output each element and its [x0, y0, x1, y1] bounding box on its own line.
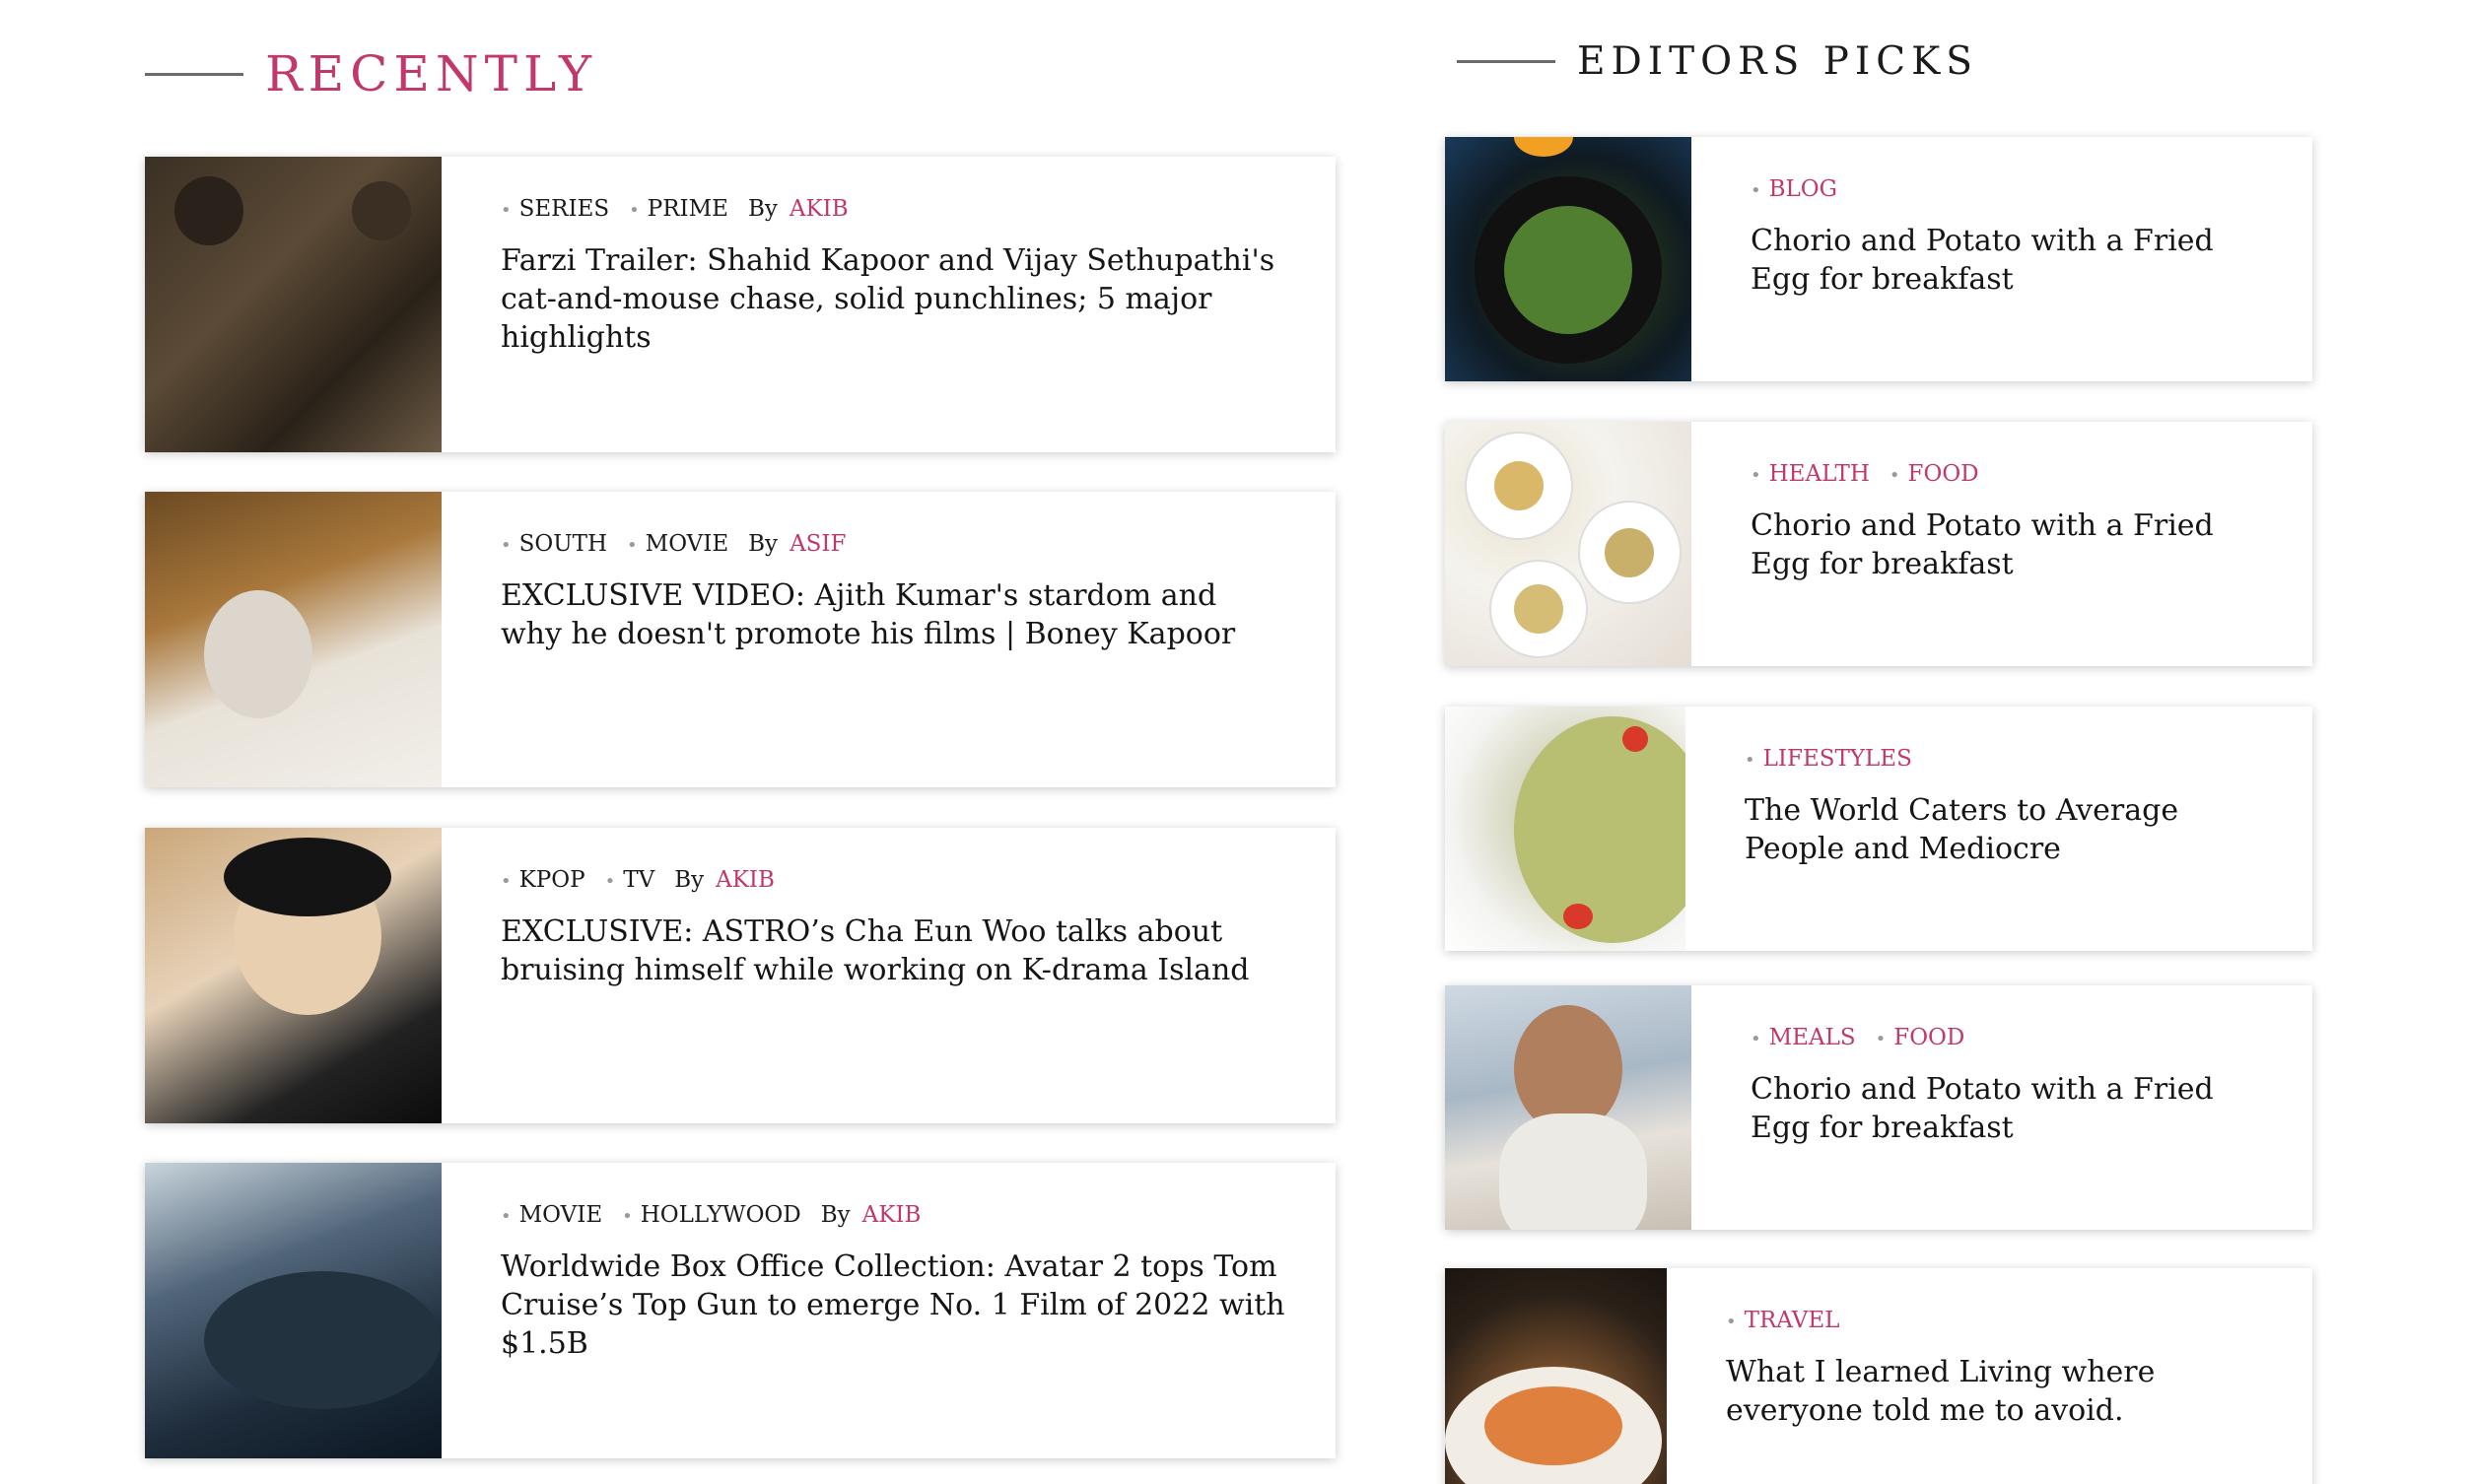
category-tag[interactable]: KPOP — [501, 867, 585, 893]
article-body: MOVIE HOLLYWOOD By AKIB Worldwide Box Of… — [442, 1163, 1336, 1458]
author-link[interactable]: AKIB — [862, 1202, 922, 1228]
article-thumbnail[interactable] — [145, 1163, 442, 1458]
category-tag[interactable]: MEALS — [1751, 1025, 1856, 1050]
article-thumbnail[interactable] — [1445, 1268, 1667, 1484]
category-tag[interactable]: FOOD — [1890, 461, 1979, 487]
article-thumbnail[interactable] — [145, 492, 442, 787]
category-tag[interactable]: MOVIE — [501, 1202, 603, 1228]
article-title[interactable]: Farzi Trailer: Shahid Kapoor and Vijay S… — [501, 241, 1286, 357]
category-tag[interactable]: TRAVEL — [1726, 1308, 1840, 1333]
article-title[interactable]: Chorio and Potato with a Fried Egg for b… — [1751, 506, 2263, 583]
article-body: LIFESTYLES The World Caters to Average P… — [1685, 707, 2312, 951]
article-meta: BLOG — [1751, 176, 2263, 202]
recently-heading: RECENTLY — [265, 45, 598, 102]
category-tag[interactable]: HEALTH — [1751, 461, 1870, 487]
article-thumbnail[interactable] — [145, 157, 442, 452]
article-meta: HEALTH FOOD — [1751, 461, 2263, 487]
category-tag[interactable]: BLOG — [1751, 176, 1837, 202]
article-thumbnail[interactable] — [1445, 137, 1691, 381]
article-title[interactable]: EXCLUSIVE: ASTRO’s Cha Eun Woo talks abo… — [501, 912, 1286, 989]
article-body: MEALS FOOD Chorio and Potato with a Frie… — [1691, 985, 2312, 1230]
byline-prefix: By — [820, 1202, 851, 1228]
byline-prefix: By — [748, 531, 779, 557]
article-meta: KPOP TV By AKIB — [501, 867, 1286, 893]
byline-prefix: By — [674, 867, 705, 893]
article-body: BLOG Chorio and Potato with a Fried Egg … — [1691, 137, 2312, 381]
byline-prefix: By — [747, 196, 778, 222]
heading-rule — [1457, 60, 1555, 63]
editors-picks-section-header: EDITORS PICKS — [1457, 39, 1978, 84]
article-thumbnail[interactable] — [1445, 422, 1691, 666]
editors-pick-card[interactable]: TRAVEL What I learned Living where every… — [1445, 1268, 2312, 1484]
article-body: SOUTH MOVIE By ASIF EXCLUSIVE VIDEO: Aji… — [442, 492, 1336, 787]
article-title[interactable]: Chorio and Potato with a Fried Egg for b… — [1751, 222, 2263, 299]
author-link[interactable]: AKIB — [790, 196, 849, 222]
category-tag[interactable]: LIFESTYLES — [1745, 746, 1912, 772]
recent-article-card[interactable]: SOUTH MOVIE By ASIF EXCLUSIVE VIDEO: Aji… — [145, 492, 1336, 787]
article-meta: MEALS FOOD — [1751, 1025, 2263, 1050]
article-meta: MOVIE HOLLYWOOD By AKIB — [501, 1202, 1286, 1228]
article-title[interactable]: What I learned Living where everyone tol… — [1726, 1353, 2263, 1430]
article-thumbnail[interactable] — [1445, 985, 1691, 1230]
article-body: HEALTH FOOD Chorio and Potato with a Fri… — [1691, 422, 2312, 666]
category-tag[interactable]: MOVIE — [627, 531, 729, 557]
editors-pick-card[interactable]: MEALS FOOD Chorio and Potato with a Frie… — [1445, 985, 2312, 1230]
editors-pick-card[interactable]: BLOG Chorio and Potato with a Fried Egg … — [1445, 137, 2312, 381]
recently-section-header: RECENTLY — [145, 45, 597, 102]
category-tag[interactable]: PRIME — [629, 196, 728, 222]
editors-pick-card[interactable]: LIFESTYLES The World Caters to Average P… — [1445, 707, 2312, 951]
article-title[interactable]: EXCLUSIVE VIDEO: Ajith Kumar's stardom a… — [501, 576, 1286, 653]
category-tag[interactable]: SOUTH — [501, 531, 607, 557]
category-tag[interactable]: SERIES — [501, 196, 610, 222]
recent-article-card[interactable]: KPOP TV By AKIB EXCLUSIVE: ASTRO’s Cha E… — [145, 828, 1336, 1123]
article-meta: SERIES PRIME By AKIB — [501, 196, 1286, 222]
article-title[interactable]: The World Caters to Average People and M… — [1745, 791, 2263, 868]
article-body: SERIES PRIME By AKIB Farzi Trailer: Shah… — [442, 157, 1336, 452]
article-body: KPOP TV By AKIB EXCLUSIVE: ASTRO’s Cha E… — [442, 828, 1336, 1123]
article-thumbnail[interactable] — [1445, 707, 1685, 951]
author-link[interactable]: AKIB — [716, 867, 775, 893]
article-title[interactable]: Worldwide Box Office Collection: Avatar … — [501, 1248, 1286, 1363]
editors-picks-heading: EDITORS PICKS — [1577, 39, 1978, 84]
author-link[interactable]: ASIF — [790, 531, 846, 557]
category-tag[interactable]: TV — [605, 867, 654, 893]
article-body: TRAVEL What I learned Living where every… — [1667, 1268, 2312, 1484]
recent-article-card[interactable]: MOVIE HOLLYWOOD By AKIB Worldwide Box Of… — [145, 1163, 1336, 1458]
article-title[interactable]: Chorio and Potato with a Fried Egg for b… — [1751, 1070, 2263, 1147]
heading-rule — [145, 72, 243, 76]
article-meta: TRAVEL — [1726, 1308, 2263, 1333]
category-tag[interactable]: HOLLYWOOD — [622, 1202, 801, 1228]
category-tag[interactable]: FOOD — [1876, 1025, 1964, 1050]
article-meta: SOUTH MOVIE By ASIF — [501, 531, 1286, 557]
article-meta: LIFESTYLES — [1745, 746, 2263, 772]
article-thumbnail[interactable] — [145, 828, 442, 1123]
editors-pick-card[interactable]: HEALTH FOOD Chorio and Potato with a Fri… — [1445, 422, 2312, 666]
recent-article-card[interactable]: SERIES PRIME By AKIB Farzi Trailer: Shah… — [145, 157, 1336, 452]
